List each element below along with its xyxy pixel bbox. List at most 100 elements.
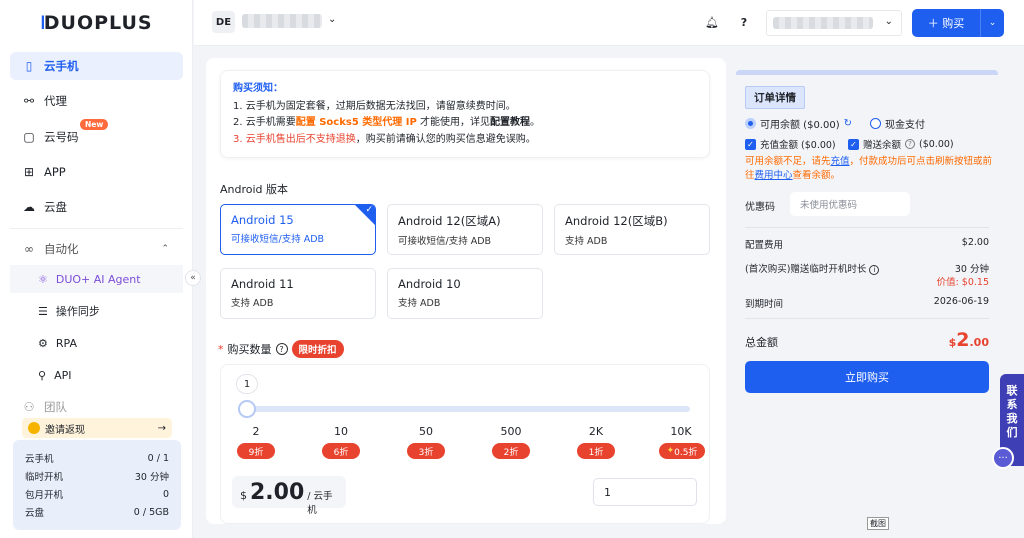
gift-time-value: 30 分钟 (954, 264, 989, 275)
stat-row: 包月开机 0 (25, 485, 169, 503)
expire-value: 2026-06-19 (933, 296, 989, 307)
sidebar-group-label: 自动化 (44, 242, 79, 256)
chevron-down-icon[interactable]: ⌄ (328, 14, 336, 25)
bell-icon[interactable]: 🔔︎ (701, 11, 723, 33)
logo-text: DUOPLUS (43, 12, 153, 34)
sidebar-item-ai-agent[interactable]: ⚛ DUO+ AI Agent (10, 265, 183, 293)
collapse-sidebar-button[interactable]: « (185, 270, 201, 286)
sidebar-item-label: RPA (55, 336, 77, 350)
gift-checkbox-row[interactable]: ✓ 赠送余额 ? ($0.00) (848, 137, 954, 151)
config-fee-row: 配置费用 $2.00 (745, 237, 989, 251)
slider-tick-label[interactable]: 500 (486, 425, 536, 438)
help-icon[interactable]: ? (733, 11, 755, 33)
version-name: Android 10 (398, 277, 461, 291)
discount-badge: 2折 (492, 443, 530, 459)
sidebar-item-cloud-drive[interactable]: ☁ 云盘 (10, 193, 183, 221)
required-mark: * (218, 342, 224, 356)
quantity-slider-handle[interactable] (238, 400, 256, 418)
payment-balance-option[interactable]: 可用余额 ($0.00) ↻ (745, 116, 852, 131)
sidebar-item-label: DUO+ AI Agent (55, 272, 141, 286)
slider-tick-label[interactable]: 10 (316, 425, 366, 438)
version-desc: 支持 ADB (565, 236, 608, 247)
sidebar-item-proxy[interactable]: ⚯ 代理 (10, 87, 183, 115)
sidebar-item-app[interactable]: ⊞ APP (10, 158, 183, 186)
sidebar-item-sync[interactable]: ☰ 操作同步 (10, 297, 183, 325)
sidebar-group-automation[interactable]: ∞ 自动化 ⌃ (10, 235, 183, 263)
invite-cashback-banner[interactable]: 邀请返现 → (22, 418, 172, 438)
sidebar-item-cloud-phone[interactable]: ▯ 云手机 (10, 52, 183, 80)
total-dec: .00 (969, 336, 990, 349)
quantity-label: 购买数量 (227, 343, 272, 356)
stat-value: 30 分钟 (134, 472, 169, 483)
quantity-label-row: * 购买数量 ? 限时折扣 (218, 340, 344, 358)
radio-unselected[interactable] (870, 118, 881, 129)
quantity-input[interactable]: 1 (593, 478, 697, 506)
sparkle-icon: ✦ (666, 446, 675, 456)
expire-row: 到期时间 2026-06-19 (745, 296, 989, 310)
chevron-down-icon[interactable]: ⌄ (980, 9, 1004, 37)
sidebar-item-api[interactable]: ⚲ API (10, 361, 183, 389)
country-code: DE (212, 11, 235, 33)
total-int: 2 (956, 329, 970, 351)
buy-now-button[interactable]: 立即购买 (745, 361, 989, 393)
brand-logo[interactable]: DDUOPLUS (40, 12, 153, 34)
checkbox-checked[interactable]: ✓ (745, 138, 756, 150)
version-card-android-12a[interactable]: Android 12(区域A) 可接收短信/支持 ADB (387, 204, 543, 255)
refresh-icon[interactable]: ↻ (844, 118, 852, 129)
sidebar-item-rpa[interactable]: ⚙ RPA (10, 329, 183, 357)
usage-stats-panel: 云手机 0 / 1 临时开机 30 分钟 包月开机 0 云盘 0 / 5GB (13, 440, 181, 530)
sidebar-item-label: API (54, 368, 72, 382)
gift-time-row: (首次购买)赠送临时开机时长 i 30 分钟 (745, 261, 989, 275)
cloud-icon: ☁ (23, 200, 35, 214)
plus-icon: ＋ (927, 17, 943, 30)
sidebar-item-label: 代理 (44, 94, 67, 108)
proxy-icon: ⚯ (23, 94, 35, 108)
checkbox-checked[interactable]: ✓ (848, 138, 859, 150)
version-name: Android 12(区域B) (565, 214, 668, 228)
proxy-config-link[interactable]: 配置 Socks5 类型代理 IP (296, 117, 417, 128)
insufficient-balance-warning: 可用余额不足，请先充值，付款成功后可点击刷新按钮或前往费用中心查看余额。 (745, 156, 993, 181)
notice-line: 3. 云手机售出后不支持退换，购买前请确认您的购买信息避免误购。 (233, 133, 536, 145)
slider-tick-label[interactable]: 50 (401, 425, 451, 438)
tutorial-link[interactable]: 配置教程 (490, 117, 530, 128)
help-icon[interactable]: ? (905, 139, 916, 149)
version-card-android-11[interactable]: Android 11 支持 ADB (220, 268, 376, 319)
slider-tick-label[interactable]: 10K (656, 425, 706, 438)
price-unit: / 云手机 (307, 491, 333, 516)
version-desc: 可接收短信/支持 ADB (398, 236, 492, 247)
android-version-label: Android 版本 (220, 183, 289, 196)
version-card-android-12b[interactable]: Android 12(区域B) 支持 ADB (554, 204, 710, 255)
stat-value: 0 (162, 488, 169, 500)
version-name: Android 15 (231, 213, 294, 227)
stat-value: 0 / 1 (147, 452, 169, 464)
user-email-redacted (773, 17, 873, 29)
slider-tick-label[interactable]: 2K (571, 425, 621, 438)
version-card-android-15[interactable]: ✓ Android 15 可接收短信/支持 ADB (220, 204, 376, 255)
sidebar-item-cloud-number[interactable]: ▢ 云号码 New (10, 119, 183, 151)
slider-tick-label[interactable]: 2 (231, 425, 281, 438)
recharge-checkbox-row[interactable]: ✓ 充值金额 ($0.00) (745, 137, 836, 151)
stat-value: 0 / 5GB (133, 506, 169, 518)
chat-icon[interactable]: ··· (992, 447, 1014, 469)
screenshot-tooltip: 截图 (867, 517, 889, 530)
version-card-android-10[interactable]: Android 10 支持 ADB (387, 268, 543, 319)
arrow-right-icon: → (157, 422, 166, 434)
help-icon[interactable]: ? (275, 343, 288, 355)
recharge-link[interactable]: 充值 (831, 156, 850, 167)
quantity-slider-track[interactable] (247, 406, 690, 412)
info-icon[interactable]: i (869, 265, 880, 275)
balance-label: 可用余额 ($0.00) (760, 120, 840, 131)
discount-badge: 3折 (407, 443, 445, 459)
stat-label: 云手机 (25, 454, 54, 465)
billing-center-link[interactable]: 费用中心 (755, 170, 793, 181)
coupon-input[interactable]: 未使用优惠码 (790, 192, 910, 216)
payment-cash-option[interactable]: 现金支付 (870, 116, 925, 131)
sidebar-group-team[interactable]: ⚇ 团队 (10, 400, 183, 414)
radio-selected[interactable] (745, 118, 756, 129)
buy-dropdown-button[interactable]: ＋ 购买 ⌄ (912, 9, 1004, 37)
sidebar-item-label: 云盘 (44, 200, 67, 214)
user-menu[interactable]: ⌄ (766, 10, 902, 36)
account-name-redacted[interactable] (242, 14, 322, 28)
stat-label: 包月开机 (25, 490, 64, 501)
total-label: 总金额 (745, 336, 778, 349)
